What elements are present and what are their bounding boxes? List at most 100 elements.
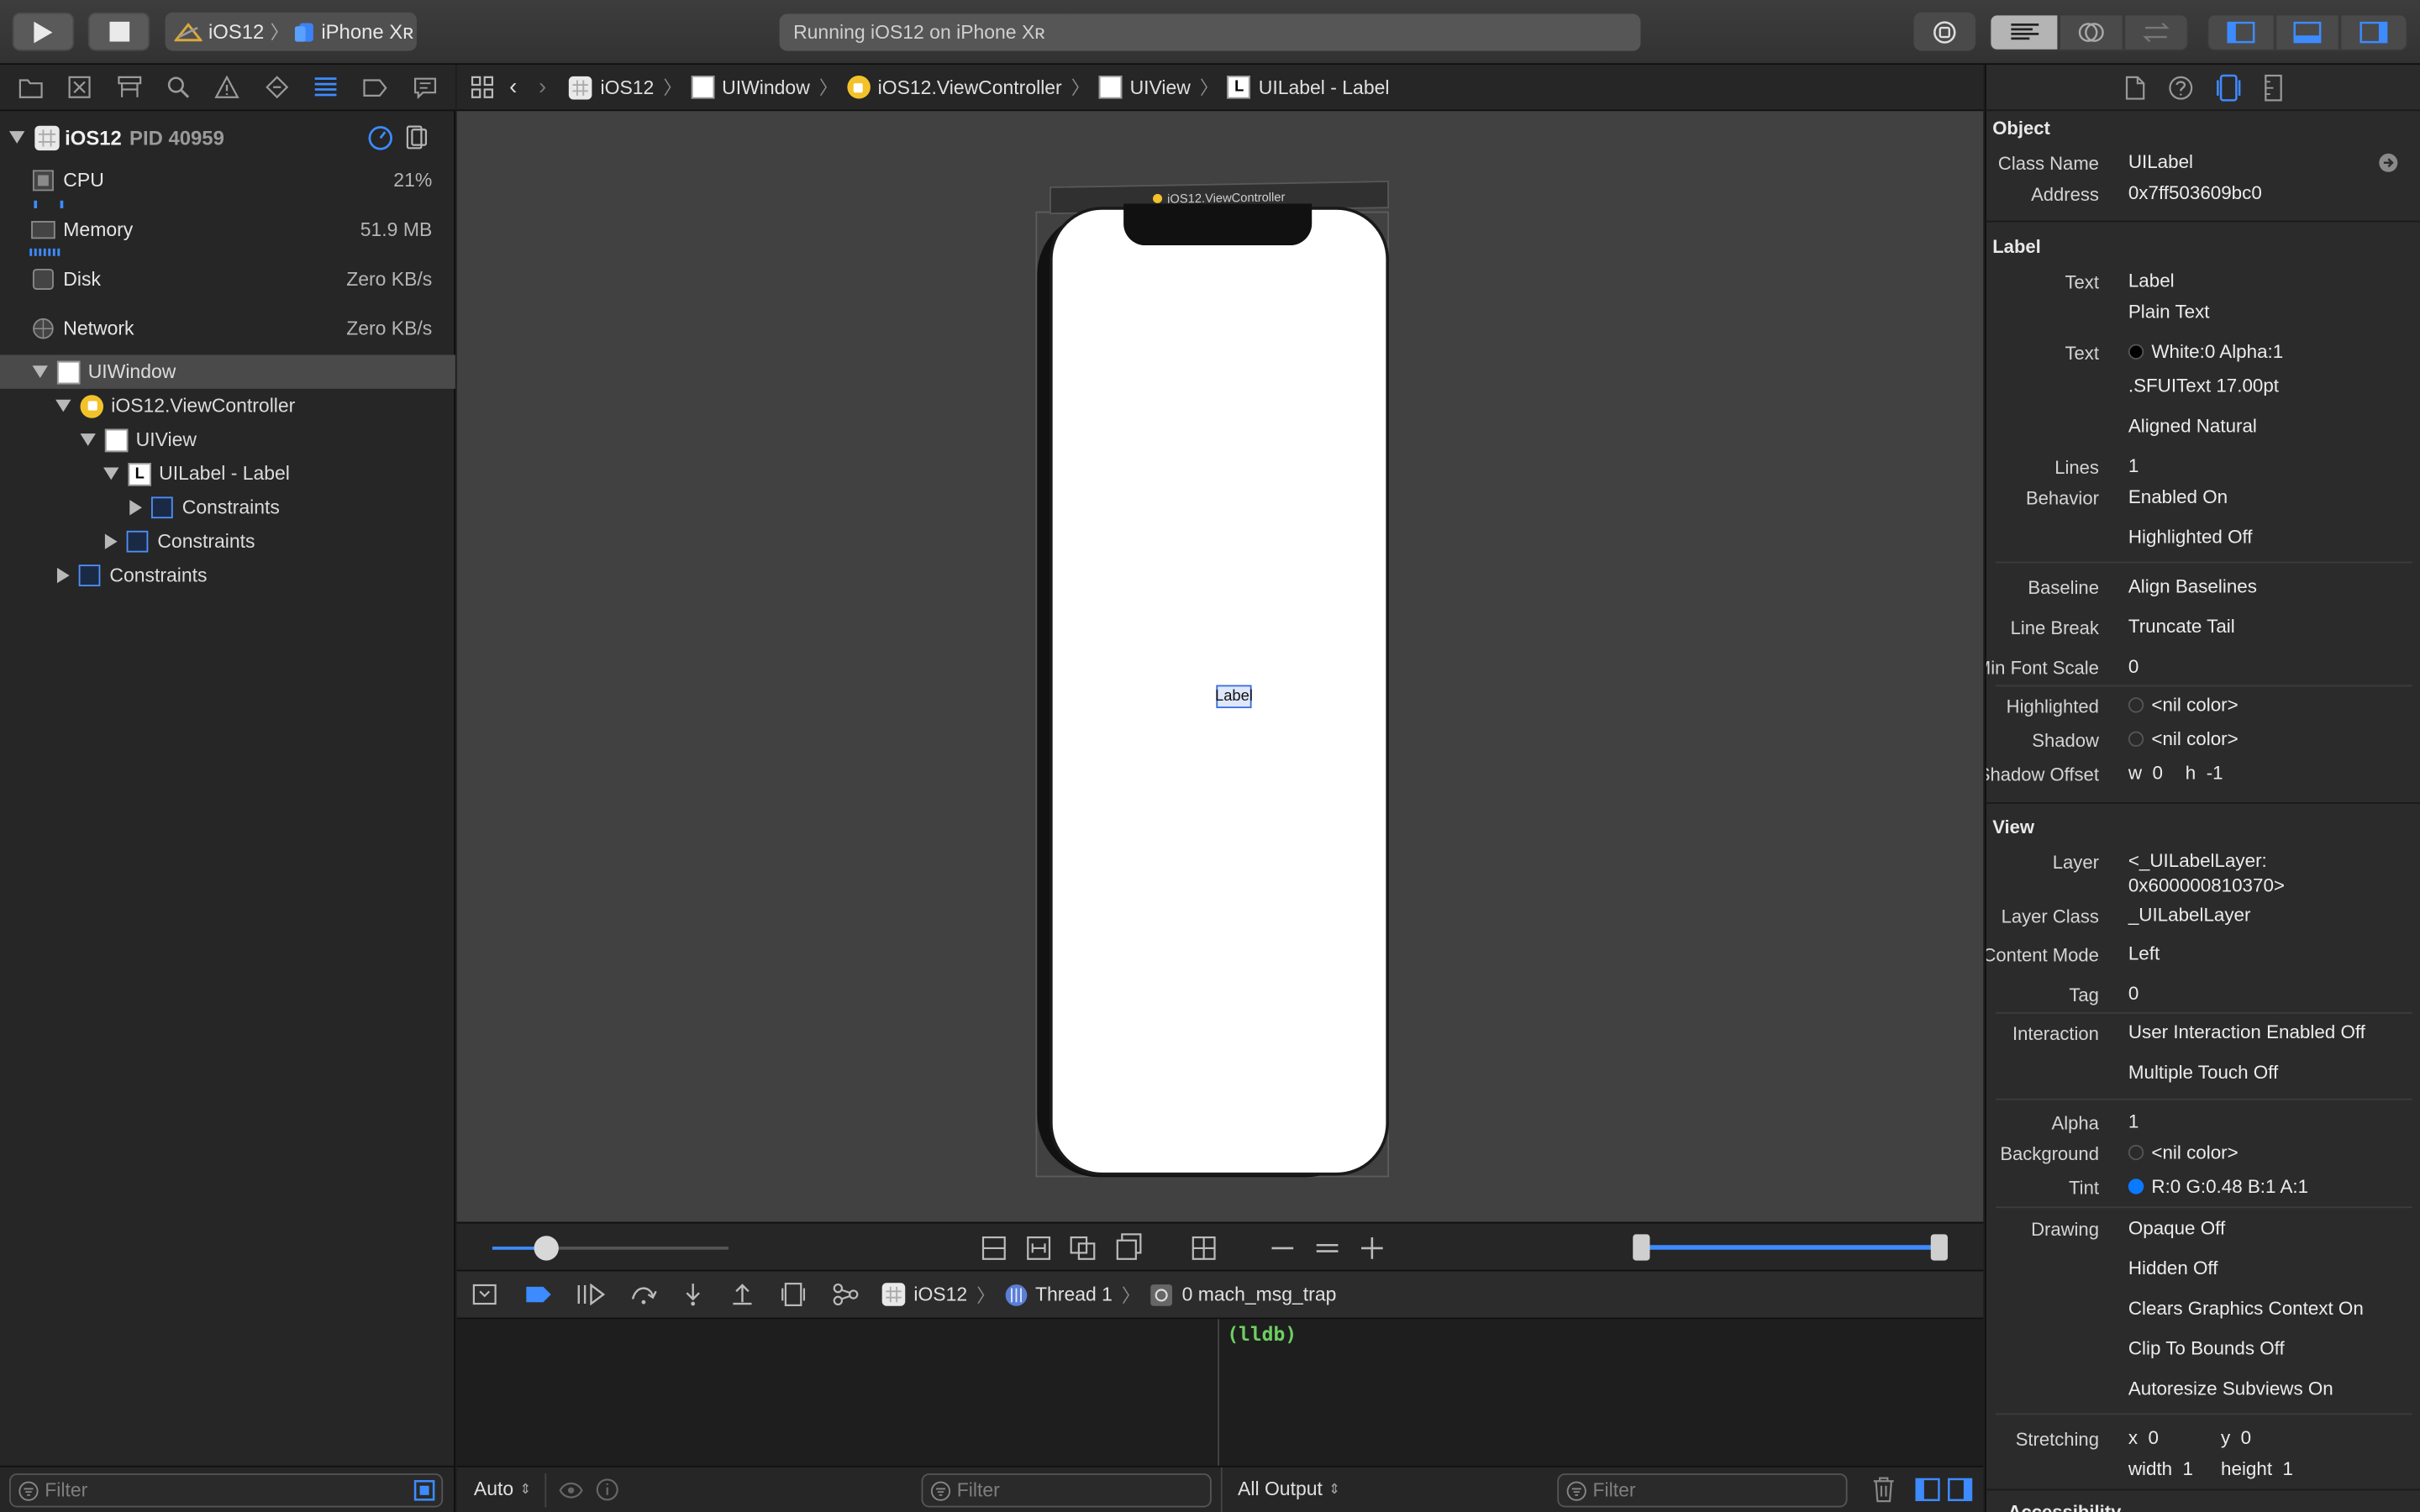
memory-graph-icon[interactable] (832, 1282, 860, 1306)
range-slider-track[interactable] (1640, 1245, 1940, 1250)
disclosure-closed-icon[interactable] (129, 500, 142, 516)
orient-3d-icon[interactable] (1116, 1233, 1144, 1261)
folder-icon[interactable] (18, 76, 43, 98)
variables-filter-input[interactable]: Filter (921, 1473, 1212, 1508)
standard-editor-button[interactable] (1989, 13, 2060, 51)
disclosure-open-icon[interactable] (103, 467, 119, 480)
lines-value[interactable]: 1 (2128, 455, 2139, 477)
console-view[interactable]: (lldb) (1220, 1319, 1984, 1466)
variables-view[interactable] (456, 1319, 1220, 1466)
zoom-out-icon[interactable] (1270, 1236, 1295, 1260)
test-icon[interactable] (265, 76, 289, 99)
layer-class-value[interactable]: _UILabelLayer (2128, 904, 2251, 926)
hidden-value[interactable]: Hidden Off (2128, 1257, 2218, 1279)
size-inspector-icon[interactable] (2264, 73, 2282, 101)
multiple-touch-value[interactable]: Multiple Touch Off (2128, 1062, 2278, 1084)
tint-value[interactable]: R:0 G:0.48 B:1 A:1 (2128, 1176, 2308, 1197)
show-variables-icon[interactable] (1915, 1478, 1940, 1502)
stop-button[interactable] (87, 12, 150, 51)
breakpoint-icon[interactable] (363, 78, 388, 97)
range-slider-right-handle[interactable] (1930, 1234, 1948, 1261)
text-value[interactable]: Label (2128, 270, 2175, 291)
tree-item-uiview[interactable]: UIView (0, 423, 455, 456)
memory-gauge[interactable]: Memory 51.9 MB (0, 212, 455, 258)
toggle-navigator-button[interactable] (2207, 13, 2275, 51)
file-inspector-icon[interactable] (2124, 75, 2144, 99)
trash-icon[interactable] (1872, 1477, 1896, 1503)
opaque-value[interactable]: Opaque Off (2128, 1217, 2225, 1239)
tree-item-constraints[interactable]: Constraints (0, 524, 455, 558)
object-inspector-icon[interactable] (2216, 73, 2240, 101)
navigator-filter-input[interactable]: Filter (9, 1473, 444, 1508)
breadcrumb-item[interactable]: iOS12.ViewController (846, 75, 1062, 99)
alignment-value[interactable]: Aligned Natural (2128, 415, 2257, 437)
disclosure-closed-icon[interactable] (104, 533, 118, 549)
library-button[interactable] (1913, 12, 1976, 51)
source-control-icon[interactable] (69, 76, 92, 99)
highlighted-color-value[interactable]: <nil color> (2128, 695, 2238, 716)
console-filter-input[interactable]: Filter (1557, 1473, 1848, 1508)
line-break-value[interactable]: Truncate Tail (2128, 616, 2235, 638)
actual-size-icon[interactable] (1315, 1236, 1339, 1260)
stretch-height-value[interactable]: height 1 (2221, 1458, 2293, 1480)
alpha-value[interactable]: 1 (2128, 1110, 2139, 1132)
user-interaction-value[interactable]: User Interaction Enabled Off (2128, 1021, 2365, 1043)
disclosure-open-icon[interactable] (80, 433, 96, 446)
help-icon[interactable] (2168, 75, 2192, 99)
font-value[interactable]: .SFUIText 17.00pt (2128, 375, 2279, 396)
tag-value[interactable]: 0 (2128, 983, 2139, 1005)
step-over-icon[interactable] (629, 1284, 657, 1305)
shadow-offset-h[interactable]: h -1 (2186, 762, 2223, 784)
breadcrumb-item[interactable]: iOS12 (568, 75, 654, 99)
layer-value[interactable]: <_UILabelLayer: (2128, 850, 2267, 872)
run-button[interactable] (12, 12, 75, 51)
text-color-value[interactable]: White:0 Alpha:1 (2128, 341, 2283, 363)
tree-item-uiwindow[interactable]: UIWindow (0, 354, 455, 389)
show-only-icon[interactable] (413, 1479, 435, 1501)
breadcrumb-item[interactable]: UIView (1098, 75, 1191, 99)
step-into-icon[interactable] (682, 1282, 704, 1306)
show-console-icon[interactable] (1947, 1478, 1973, 1502)
stretch-y-value[interactable]: y 0 (2221, 1427, 2251, 1449)
content-mode-value[interactable]: Left (2128, 942, 2160, 964)
breadcrumb-item[interactable]: L UILabel - Label (1228, 75, 1389, 99)
background-value[interactable]: <nil color> (2128, 1142, 2238, 1163)
debug-crumb[interactable]: 0 mach_msg_trap (1150, 1283, 1336, 1306)
min-font-scale-value[interactable]: 0 (2128, 656, 2139, 678)
follow-link-arrow-icon[interactable] (2378, 153, 2398, 173)
tree-item-constraints[interactable]: Constraints (0, 559, 455, 592)
breadcrumb-item[interactable]: UIWindow (691, 75, 810, 99)
hide-debug-area-icon[interactable] (472, 1284, 497, 1305)
device-view-icon[interactable] (404, 125, 429, 150)
layer-value-address[interactable]: 0x600000810370> (2128, 874, 2285, 896)
related-items-icon[interactable] (471, 76, 494, 99)
disclosure-open-icon[interactable] (9, 131, 25, 144)
debug-view-hierarchy-icon[interactable] (781, 1282, 806, 1306)
clipped-content-icon[interactable] (981, 1236, 1006, 1260)
cpu-gauge[interactable]: CPU 21% (0, 162, 455, 208)
tree-item-uilabel[interactable]: L UILabel - Label (0, 457, 455, 491)
wireframe-icon[interactable] (1070, 1236, 1097, 1260)
enabled-value[interactable]: Enabled On (2128, 486, 2228, 508)
zoom-in-icon[interactable] (1360, 1236, 1384, 1260)
grid-icon[interactable] (1192, 1236, 1216, 1260)
network-gauge[interactable]: Network Zero KB/s (0, 310, 455, 353)
issue-icon[interactable] (215, 75, 240, 99)
text-type-value[interactable]: Plain Text (2128, 301, 2210, 323)
tree-item-constraints[interactable]: Constraints (0, 491, 455, 524)
disclosure-open-icon[interactable] (32, 365, 48, 378)
tree-item-viewcontroller[interactable]: iOS12.ViewController (0, 389, 455, 423)
output-popup[interactable]: All Output ⇕ (1238, 1478, 1340, 1500)
process-row[interactable]: iOS12 PID 40959 (0, 120, 455, 154)
back-arrow-icon[interactable]: ‹ (509, 74, 517, 100)
report-icon[interactable] (413, 76, 437, 98)
info-icon[interactable] (596, 1478, 619, 1502)
class-name-value[interactable]: UILabel (2128, 151, 2193, 173)
debug-navigator-icon[interactable] (313, 76, 338, 98)
assistant-editor-button[interactable] (2059, 13, 2124, 51)
autoresize-value[interactable]: Autoresize Subviews On (2128, 1378, 2333, 1399)
debug-crumb[interactable]: Thread 1 (1004, 1283, 1113, 1306)
shadow-color-value[interactable]: <nil color> (2128, 728, 2238, 750)
disclosure-open-icon[interactable] (55, 399, 71, 412)
forward-arrow-icon[interactable]: › (539, 74, 546, 100)
